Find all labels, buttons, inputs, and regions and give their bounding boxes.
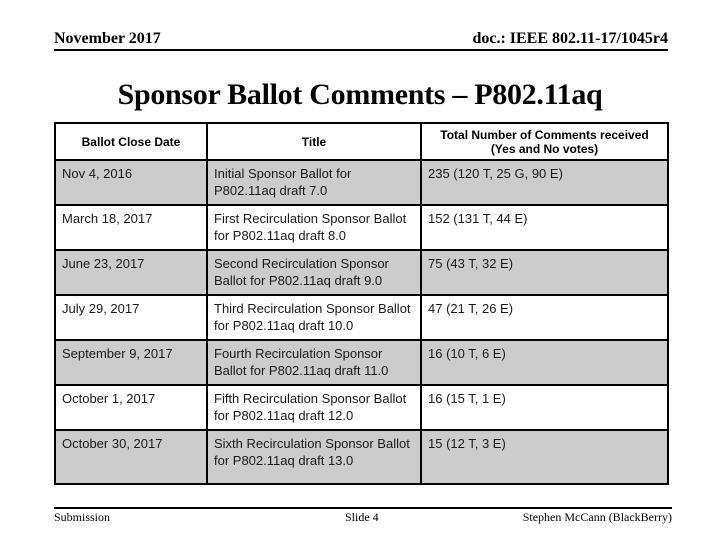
cell-comments: 235 (120 T, 25 G, 90 E): [420, 159, 669, 206]
column-header-comments: Total Number of Comments received (Yes a…: [420, 122, 669, 161]
cell-title: Third Recirculation Sponsor Ballot for P…: [206, 294, 422, 341]
cell-comments: 15 (12 T, 3 E): [420, 429, 669, 485]
table-row: June 23, 2017 Second Recirculation Spons…: [54, 249, 669, 296]
table-row: October 1, 2017 Fifth Recirculation Spon…: [54, 384, 669, 431]
slide-title: Sponsor Ballot Comments – P802.11aq: [117, 78, 603, 111]
table-row: Nov 4, 2016 Initial Sponsor Ballot for P…: [54, 159, 669, 206]
cell-close-date: October 30, 2017: [54, 429, 208, 485]
cell-title: Initial Sponsor Ballot for P802.11aq dra…: [206, 159, 422, 206]
column-header-close-date: Ballot Close Date: [54, 122, 208, 161]
table-row: September 9, 2017 Fourth Recirculation S…: [54, 339, 669, 386]
cell-title: Fifth Recirculation Sponsor Ballot for P…: [206, 384, 422, 431]
cell-close-date: September 9, 2017: [54, 339, 208, 386]
slide-header: November 2017 doc.: IEEE 802.11-17/1045r…: [54, 29, 668, 51]
header-doc-id: doc.: IEEE 802.11-17/1045r4: [472, 30, 668, 47]
table-header-row: Ballot Close Date Title Total Number of …: [54, 122, 669, 161]
column-header-title: Title: [206, 122, 422, 161]
footer-author: Stephen McCann (BlackBerry): [522, 510, 672, 524]
cell-title: First Recirculation Sponsor Ballot for P…: [206, 204, 422, 251]
cell-title: Sixth Recirculation Sponsor Ballot for P…: [206, 429, 422, 485]
header-date: November 2017: [54, 30, 161, 47]
footer-slide-number: Slide 4: [345, 510, 379, 524]
cell-comments: 16 (15 T, 1 E): [420, 384, 669, 431]
cell-title: Fourth Recirculation Sponsor Ballot for …: [206, 339, 422, 386]
cell-close-date: October 1, 2017: [54, 384, 208, 431]
cell-close-date: March 18, 2017: [54, 204, 208, 251]
cell-comments: 16 (10 T, 6 E): [420, 339, 669, 386]
cell-title: Second Recirculation Sponsor Ballot for …: [206, 249, 422, 296]
ballot-comments-table: Ballot Close Date Title Total Number of …: [54, 122, 669, 485]
cell-close-date: July 29, 2017: [54, 294, 208, 341]
cell-comments: 152 (131 T, 44 E): [420, 204, 669, 251]
cell-close-date: June 23, 2017: [54, 249, 208, 296]
cell-comments: 75 (43 T, 32 E): [420, 249, 669, 296]
table-row: March 18, 2017 First Recirculation Spons…: [54, 204, 669, 251]
cell-close-date: Nov 4, 2016: [54, 159, 208, 206]
cell-comments: 47 (21 T, 26 E): [420, 294, 669, 341]
slide-footer: Submission Slide 4 Stephen McCann (Black…: [54, 507, 672, 527]
footer-submission: Submission: [54, 510, 111, 524]
table-row: July 29, 2017 Third Recirculation Sponso…: [54, 294, 669, 341]
table-row: October 30, 2017 Sixth Recirculation Spo…: [54, 429, 669, 485]
